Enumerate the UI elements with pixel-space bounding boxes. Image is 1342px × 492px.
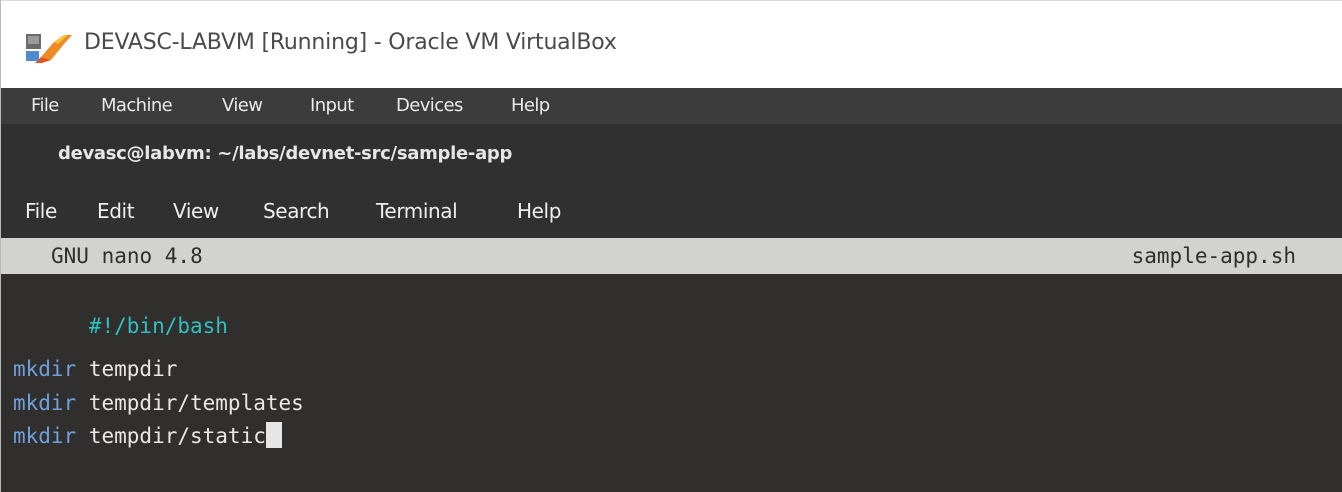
nano-header: GNU nano 4.8 sample-app.sh	[1, 238, 1342, 274]
terminal-menu-edit[interactable]: Edit	[97, 199, 135, 223]
terminal-title: devasc@labvm: ~/labs/devnet-src/sample-a…	[58, 143, 513, 164]
code-line-5[interactable]: mkdir tempdir/static	[13, 421, 282, 451]
code-line-2[interactable]	[13, 313, 89, 343]
window-title-bar[interactable]: DEVASC-LABVM [Running] - Oracle VM Virtu…	[1, 0, 1342, 88]
vm-menu-machine[interactable]: Machine	[101, 95, 173, 116]
terminal-menu-terminal[interactable]: Terminal	[376, 199, 458, 223]
terminal-title-bar[interactable]: devasc@labvm: ~/labs/devnet-src/sample-a…	[1, 124, 1342, 188]
terminal-menubar: File Edit View Search Terminal Help	[1, 188, 1342, 238]
terminal-menu-help[interactable]: Help	[517, 199, 561, 223]
terminal-menu-view[interactable]: View	[173, 199, 219, 223]
vm-menu-view[interactable]: View	[222, 95, 263, 116]
command-keyword: mkdir	[13, 357, 77, 381]
command-keyword: mkdir	[13, 391, 77, 415]
command-argument: tempdir/templates	[76, 391, 304, 415]
virtualbox-icon	[24, 32, 74, 63]
virtualbox-window: DEVASC-LABVM [Running] - Oracle VM Virtu…	[0, 0, 1342, 492]
code-line-1[interactable]: #!/bin/bash	[13, 281, 228, 338]
vm-menu-devices[interactable]: Devices	[396, 95, 463, 116]
vm-menu-file[interactable]: File	[31, 95, 59, 116]
code-line-4[interactable]: mkdir tempdir/templates	[13, 388, 304, 418]
vm-menu-input[interactable]: Input	[310, 95, 354, 116]
code-line-3[interactable]: mkdir tempdir	[13, 354, 177, 384]
command-argument: tempdir/static	[76, 424, 266, 448]
shebang-comment: #!/bin/bash	[88, 314, 228, 338]
command-keyword: mkdir	[13, 424, 77, 448]
nano-version: GNU nano 4.8	[51, 244, 203, 268]
vm-menu-help[interactable]: Help	[511, 95, 550, 116]
terminal-body[interactable]: GNU nano 4.8 sample-app.sh #!/bin/bash m…	[1, 238, 1342, 492]
terminal-menu-file[interactable]: File	[25, 199, 57, 223]
terminal-menu-search[interactable]: Search	[263, 199, 330, 223]
vm-menubar: File Machine View Input Devices Help	[1, 88, 1342, 124]
text-cursor	[265, 422, 282, 448]
command-argument: tempdir	[76, 357, 178, 381]
nano-filename: sample-app.sh	[1131, 244, 1296, 268]
window-title: DEVASC-LABVM [Running] - Oracle VM Virtu…	[84, 30, 617, 55]
